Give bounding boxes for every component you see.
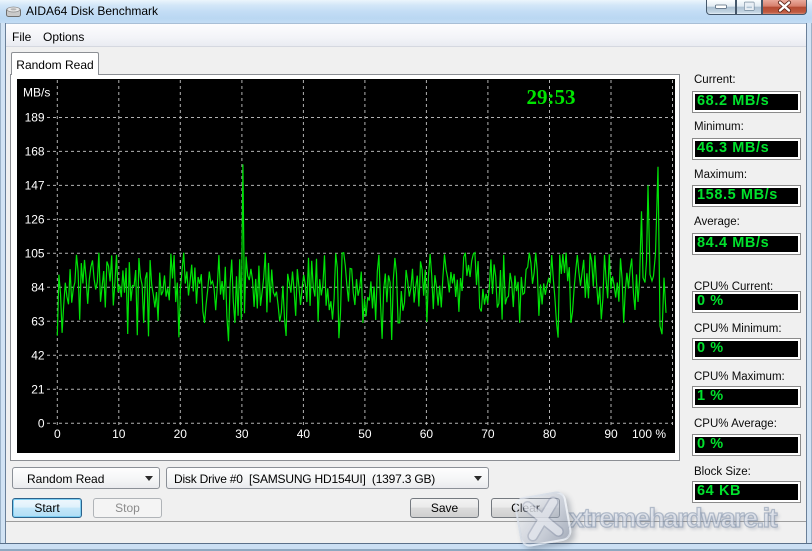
svg-text:63: 63 xyxy=(31,315,45,329)
svg-text:50: 50 xyxy=(358,427,372,441)
svg-text:100 %: 100 % xyxy=(632,427,666,441)
svg-text:40: 40 xyxy=(297,427,311,441)
svg-text:42: 42 xyxy=(31,349,45,363)
svg-text:29:53: 29:53 xyxy=(527,85,576,109)
svg-text:10: 10 xyxy=(112,427,126,441)
svg-text:147: 147 xyxy=(25,179,45,193)
svg-text:80: 80 xyxy=(543,427,557,441)
svg-text:30: 30 xyxy=(235,427,249,441)
svg-text:21: 21 xyxy=(31,382,45,396)
svg-text:168: 168 xyxy=(25,145,45,159)
svg-text:105: 105 xyxy=(25,247,45,261)
svg-text:90: 90 xyxy=(604,427,618,441)
svg-text:20: 20 xyxy=(174,427,188,441)
svg-text:70: 70 xyxy=(481,427,495,441)
svg-text:MB/s: MB/s xyxy=(23,86,50,100)
svg-text:0: 0 xyxy=(54,427,61,441)
svg-text:189: 189 xyxy=(25,111,45,125)
svg-text:60: 60 xyxy=(420,427,434,441)
svg-text:84: 84 xyxy=(31,281,45,295)
svg-text:126: 126 xyxy=(25,213,45,227)
svg-text:0: 0 xyxy=(38,416,45,430)
